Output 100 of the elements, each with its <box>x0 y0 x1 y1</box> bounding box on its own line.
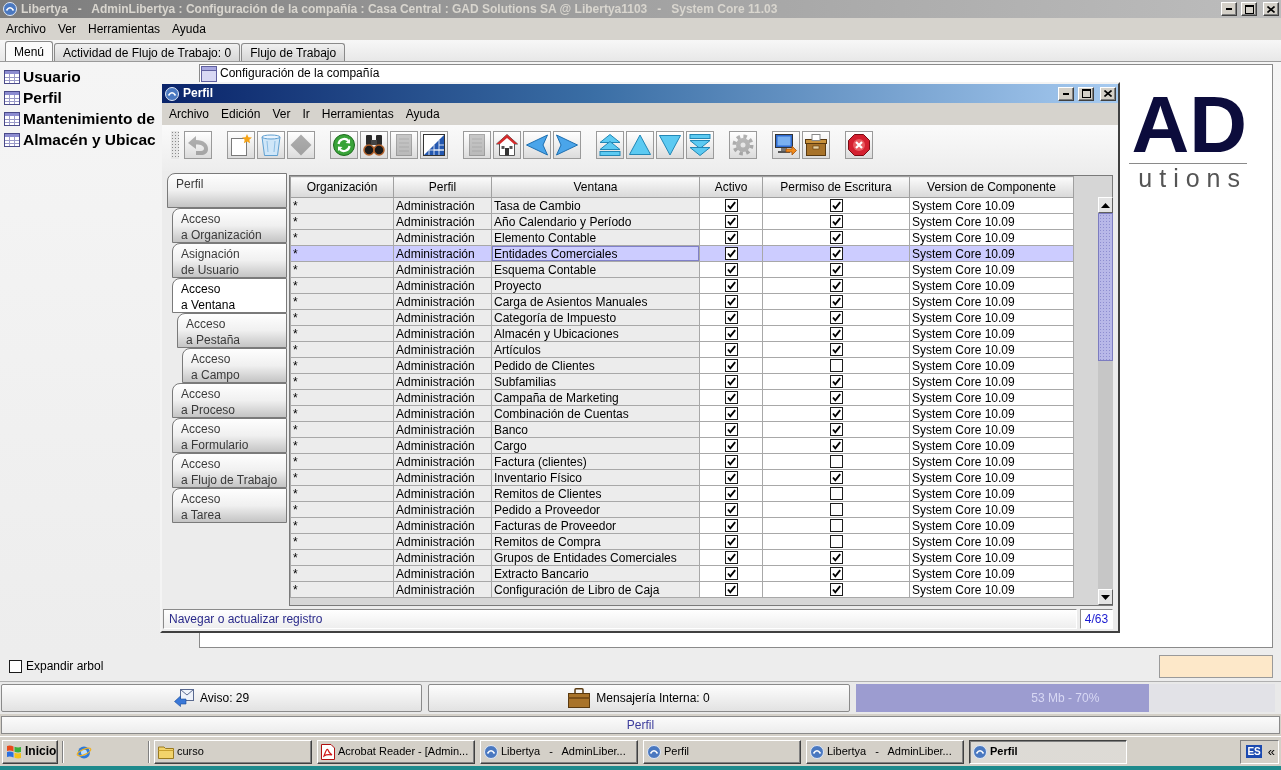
taskbar-button[interactable]: Perfil <box>643 739 801 764</box>
checkbox[interactable] <box>829 407 843 420</box>
checkbox[interactable] <box>829 263 843 276</box>
menu-item[interactable]: Ayuda <box>399 106 446 122</box>
menu-item[interactable]: Archivo <box>163 106 215 122</box>
menu-tree-item[interactable]: Perfil <box>23 88 62 107</box>
side-tab[interactable]: Asignación de Usuario <box>172 243 287 278</box>
checkbox[interactable] <box>829 247 843 260</box>
checkbox[interactable] <box>724 327 738 340</box>
scroll-up-button[interactable] <box>1098 197 1113 213</box>
scroll-down-button[interactable] <box>1098 589 1113 605</box>
checkbox[interactable] <box>829 391 843 404</box>
side-tab[interactable]: Perfil <box>167 173 287 208</box>
checkbox[interactable] <box>829 423 843 436</box>
close-button[interactable] <box>1100 86 1116 101</box>
taskbar-button[interactable]: Acrobat Reader - [Admin... <box>317 739 475 764</box>
column-header[interactable]: Perfil <box>393 176 492 198</box>
checkbox[interactable] <box>724 311 738 324</box>
menu-item[interactable]: Ayuda <box>166 21 212 37</box>
menu-item[interactable]: Ver <box>52 21 83 37</box>
side-tab[interactable]: Acceso a Campo <box>182 348 287 383</box>
input-field[interactable] <box>1159 655 1273 678</box>
checkbox[interactable] <box>9 660 22 673</box>
taskbar-button[interactable]: Libertya - AdminLiber... <box>806 739 964 764</box>
checkbox[interactable] <box>724 423 738 436</box>
checkbox[interactable] <box>829 487 843 500</box>
taskbar-button[interactable]: Perfil <box>969 739 1127 764</box>
checkbox[interactable] <box>724 551 738 564</box>
checkbox[interactable] <box>724 359 738 372</box>
checkbox[interactable] <box>829 327 843 340</box>
toolbar-button[interactable] <box>772 131 800 159</box>
checkbox[interactable] <box>724 263 738 276</box>
side-tab[interactable]: Acceso a Tarea <box>172 488 287 523</box>
menu-item[interactable]: Edición <box>215 106 267 122</box>
maximize-button[interactable] <box>1241 2 1257 16</box>
checkbox[interactable] <box>829 503 843 516</box>
checkbox[interactable] <box>829 535 843 548</box>
side-tab[interactable]: Acceso a Ventana <box>172 278 287 313</box>
checkbox[interactable] <box>724 247 738 260</box>
tab[interactable]: Menú <box>5 41 54 61</box>
checkbox[interactable] <box>724 567 738 580</box>
menu-item[interactable]: Herramientas <box>315 106 400 122</box>
checkbox[interactable] <box>724 343 738 356</box>
checkbox[interactable] <box>829 215 843 228</box>
menu-item[interactable]: Ver <box>266 106 297 122</box>
checkbox[interactable] <box>724 407 738 420</box>
maximize-button[interactable] <box>1078 86 1094 101</box>
checkbox[interactable] <box>724 583 738 596</box>
toolbar-grip[interactable] <box>171 131 179 159</box>
menu-tree-item[interactable]: Mantenimiento de <box>23 109 155 128</box>
column-header[interactable]: Activo <box>699 176 763 198</box>
menu-item[interactable]: Archivo <box>0 21 52 37</box>
column-header[interactable]: Permiso de Escritura <box>762 176 910 198</box>
toolbar-button[interactable] <box>493 131 521 159</box>
checkbox[interactable] <box>829 295 843 308</box>
minimize-button[interactable] <box>1221 2 1237 16</box>
checkbox[interactable] <box>724 231 738 244</box>
menu-item[interactable]: Ir <box>296 106 316 122</box>
checkbox[interactable] <box>829 359 843 372</box>
checkbox[interactable] <box>724 519 738 532</box>
toolbar-button[interactable] <box>420 131 448 159</box>
checkbox[interactable] <box>724 375 738 388</box>
checkbox[interactable] <box>829 551 843 564</box>
side-tab[interactable]: Acceso a Organización <box>172 208 287 243</box>
scrollbar-thumb[interactable] <box>1098 213 1113 361</box>
column-header[interactable]: Ventana <box>491 176 700 198</box>
checkbox[interactable] <box>829 375 843 388</box>
notices-button[interactable]: Aviso: 29 <box>1 684 423 712</box>
checkbox[interactable] <box>724 503 738 516</box>
column-header[interactable]: Version de Componente <box>909 176 1074 198</box>
checkbox[interactable] <box>829 199 843 212</box>
checkbox[interactable] <box>829 455 843 468</box>
checkbox[interactable] <box>724 215 738 228</box>
checkbox[interactable] <box>829 231 843 244</box>
checkbox[interactable] <box>829 519 843 532</box>
checkbox[interactable] <box>829 279 843 292</box>
checkbox[interactable] <box>724 391 738 404</box>
checkbox[interactable] <box>829 343 843 356</box>
close-button[interactable] <box>1263 2 1279 16</box>
menu-tree-item[interactable]: Almacén y Ubicac <box>23 130 156 149</box>
toolbar-button[interactable] <box>360 131 388 159</box>
tab[interactable]: Actividad de Flujo de Trabajo: 0 <box>54 43 241 61</box>
checkbox[interactable] <box>724 471 738 484</box>
checkbox[interactable] <box>724 279 738 292</box>
checkbox[interactable] <box>829 471 843 484</box>
side-tab[interactable]: Acceso a Proceso <box>172 383 287 418</box>
toolbar-button[interactable] <box>802 131 830 159</box>
checkbox[interactable] <box>829 439 843 452</box>
side-tab[interactable]: Acceso a Formulario <box>172 418 287 453</box>
language-indicator[interactable]: ES <box>1246 745 1262 758</box>
checkbox[interactable] <box>724 439 738 452</box>
checkbox[interactable] <box>724 455 738 468</box>
toolbar-button[interactable] <box>845 131 873 159</box>
minimize-button[interactable] <box>1058 86 1074 101</box>
checkbox[interactable] <box>829 567 843 580</box>
checkbox[interactable] <box>724 535 738 548</box>
checkbox[interactable] <box>724 487 738 500</box>
taskbar-button[interactable]: curso <box>154 739 312 764</box>
column-header[interactable]: Organización <box>290 176 394 198</box>
checkbox[interactable] <box>724 199 738 212</box>
